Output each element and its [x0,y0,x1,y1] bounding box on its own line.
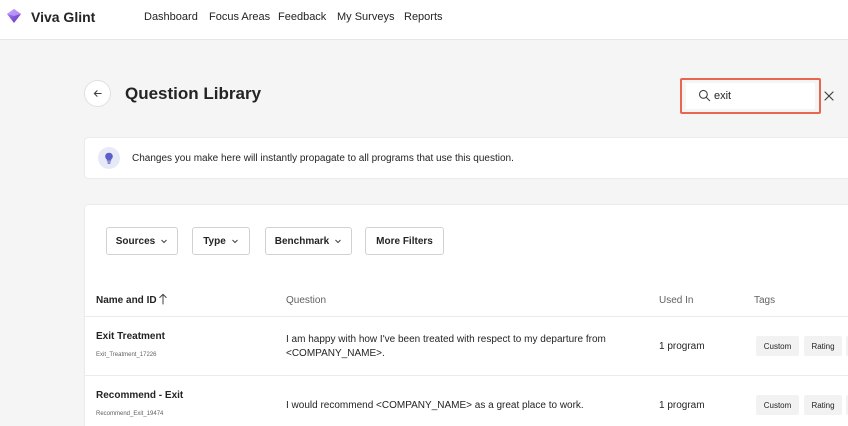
row-question-name[interactable]: Exit Treatment [96,331,165,342]
row-question-name[interactable]: Recommend - Exit [96,390,183,401]
column-header-tags: Tags [754,295,776,306]
header-divider [84,316,848,317]
nav-item-feedback[interactable]: Feedback [278,11,326,23]
benchmark-filter-label: Benchmark [274,235,330,247]
column-header-name[interactable]: Name and ID [96,295,157,306]
column-header-question: Question [286,295,327,306]
type-filter-button[interactable]: Type [192,227,250,255]
tag-custom: Custom [756,336,799,356]
nav-item-reports[interactable]: Reports [404,11,443,23]
benchmark-filter-button[interactable]: Benchmark [265,227,352,255]
chevron-down-icon [231,239,238,244]
viva-glint-logo[interactable] [6,8,22,24]
tag-rating: Rating [804,395,842,415]
chevron-down-icon [335,239,342,244]
column-header-used-in: Used In [659,295,694,306]
back-button[interactable] [84,80,111,107]
sources-filter-label: Sources [115,235,156,247]
sources-filter-button[interactable]: Sources [106,227,178,255]
lightbulb-icon-container [98,147,120,169]
tag-custom: Custom [756,395,799,415]
type-filter-label: Type [203,235,226,247]
row-question-id: Recommend_Exit_19474 [96,411,164,417]
banner-message: Changes you make here will instantly pro… [132,153,514,164]
search-input[interactable] [714,87,809,105]
more-filters-label: More Filters [376,235,433,247]
more-filters-button[interactable]: More Filters [365,227,444,255]
nav-item-dashboard[interactable]: Dashboard [144,11,198,23]
nav-item-focus-areas[interactable]: Focus Areas [209,11,270,23]
app-brand[interactable]: Viva Glint [31,9,95,25]
row-question-text: I am happy with how I've been treated wi… [286,334,606,359]
nav-item-my-surveys[interactable]: My Surveys [337,11,394,23]
arrow-up-icon[interactable] [158,293,168,305]
chevron-down-icon [161,239,168,244]
page-title: Question Library [125,84,262,103]
row-question-text: I would recommend <COMPANY_NAME> as a gr… [286,400,584,411]
close-icon[interactable] [823,90,835,102]
tag-rating: Rating [804,336,842,356]
row-used-in: 1 program [659,341,705,352]
row-divider [84,375,848,376]
top-navigation-bar: Viva Glint Dashboard Focus Areas Feedbac… [0,0,848,40]
arrow-left-icon [93,90,102,97]
search-icon [698,89,711,102]
row-used-in: 1 program [659,400,705,411]
lightbulb-icon [105,152,113,164]
row-question-id: Exit_Treatment_17226 [96,352,157,358]
